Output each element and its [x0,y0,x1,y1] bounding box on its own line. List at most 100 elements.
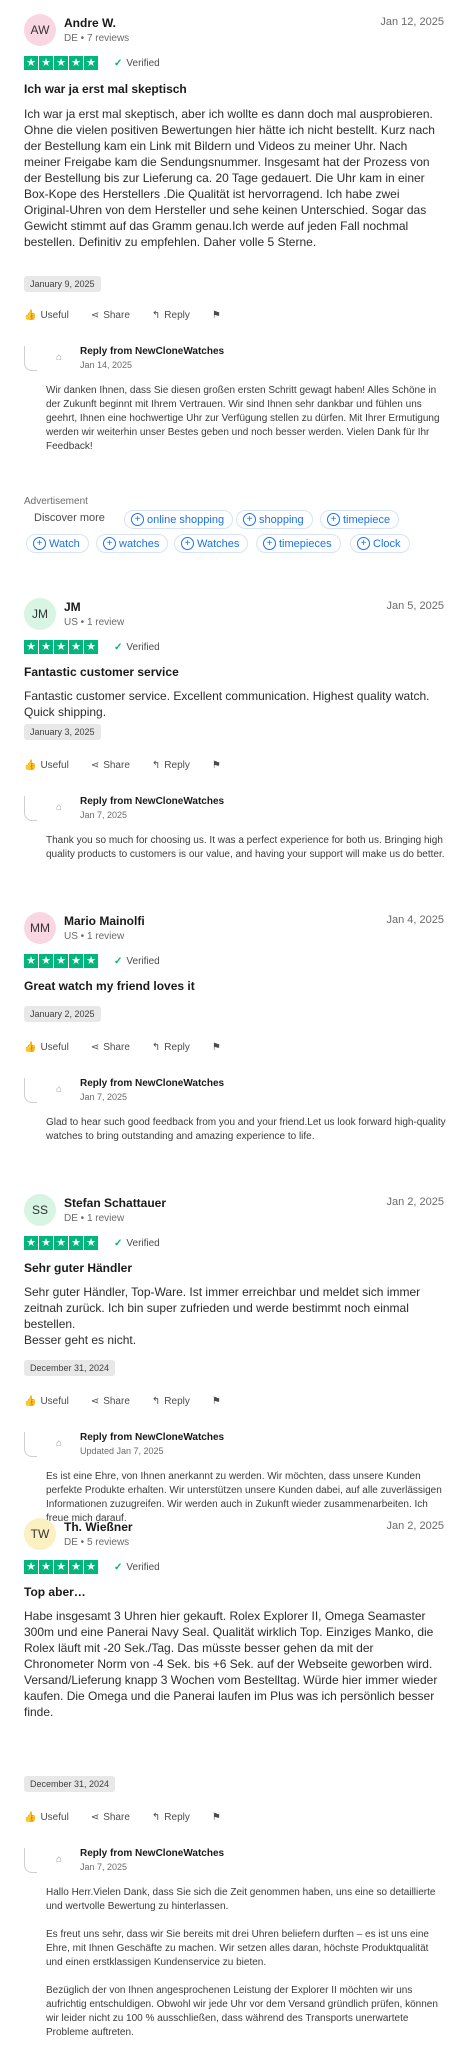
star-icon: ★ [39,954,53,968]
flag-button[interactable]: ⚑ [212,760,225,771]
useful-button[interactable]: 👍 Useful [24,760,69,771]
avatar[interactable]: JM [24,598,56,630]
star-icon: ★ [84,954,98,968]
verified-badge[interactable]: ✓ Verified [114,58,160,69]
reviewer-name[interactable]: Stefan Schattauer [64,1196,166,1210]
flag-button[interactable]: ⚑ [212,1396,225,1407]
review-title[interactable]: Fantastic customer service [24,665,179,679]
reply-button[interactable]: ↰ Reply [152,1042,190,1053]
thumbs-up-icon: 👍 [24,1042,37,1053]
ad-chip[interactable]: + timepiece [320,510,400,529]
useful-label: Useful [40,1396,69,1407]
share-button[interactable]: ⋖ Share [91,1812,130,1823]
reply-date: Jan 14, 2025 [80,360,133,370]
star-icon: ★ [54,1236,68,1250]
useful-label: Useful [40,760,69,771]
share-label: Share [103,1396,130,1407]
share-button[interactable]: ⋖ Share [91,760,130,771]
ad-chip[interactable]: + watches [96,534,169,553]
share-label: Share [103,1042,130,1053]
useful-button[interactable]: 👍 Useful [24,1396,69,1407]
star-icon: ★ [69,1560,83,1574]
review-body: Sehr guter Händler, Top-Ware. Ist immer … [24,1285,421,1347]
chip-label: Watches [197,537,240,550]
share-button[interactable]: ⋖ Share [91,310,130,321]
discover-more-label: Discover more [34,512,105,524]
reply-date: Jan 7, 2025 [80,810,128,820]
reply-icon: ↰ [151,760,161,771]
reply-connector [24,346,37,371]
reviewer-name[interactable]: JM [64,600,81,614]
reply-label: Reply [164,1812,190,1823]
reply-label: Reply [164,1396,190,1407]
chip-label: online shopping [147,513,225,526]
useful-button[interactable]: 👍 Useful [24,1042,69,1053]
verified-label: Verified [126,1238,160,1249]
reply-author: Reply from NewCloneWatches [80,796,225,807]
avatar[interactable]: MM [24,912,56,944]
review-actions: 👍 Useful ⋖ Share ↰ Reply ⚑ [24,310,225,321]
useful-button[interactable]: 👍 Useful [24,310,69,321]
thumbs-up-icon: 👍 [24,310,37,321]
share-button[interactable]: ⋖ Share [91,1042,130,1053]
reply-icon: ↰ [151,1042,161,1053]
reply-button[interactable]: ↰ Reply [152,310,190,321]
ad-chip[interactable]: + Clock [350,534,410,553]
star-rating: ★ ★ ★ ★ ★ [24,1236,98,1250]
chip-label: Clock [373,537,401,550]
ad-chip[interactable]: + timepieces [256,534,341,553]
share-label: Share [103,1812,130,1823]
chip-label: shopping [259,513,304,526]
review-date: Jan 5, 2025 [386,600,445,612]
reviewer-name[interactable]: Th. Wießner [64,1520,133,1534]
review-body: Fantastic customer service. Excellent co… [24,689,430,719]
review-title[interactable]: Ich war ja erst mal skeptisch [24,82,187,96]
star-icon: ★ [54,954,68,968]
star-icon: ★ [24,56,38,70]
reply-icon: ↰ [151,1812,161,1823]
review-title[interactable]: Top aber… [24,1585,86,1599]
reply-button[interactable]: ↰ Reply [152,1812,190,1823]
avatar[interactable]: SS [24,1194,56,1226]
plus-icon: + [33,537,46,550]
star-icon: ★ [54,640,68,654]
share-button[interactable]: ⋖ Share [91,1396,130,1407]
flag-button[interactable]: ⚑ [212,310,225,321]
reviewer-name[interactable]: Andre W. [64,16,116,30]
reply-text: Es ist eine Ehre, von Ihnen anerkannt zu… [46,1471,442,1524]
review-title[interactable]: Great watch my friend loves it [24,979,195,993]
flag-icon: ⚑ [211,1396,221,1407]
verified-badge[interactable]: ✓ Verified [114,1562,160,1573]
verified-label: Verified [126,956,160,967]
star-icon: ★ [24,1236,38,1250]
verified-badge[interactable]: ✓ Verified [114,956,160,967]
star-icon: ★ [69,56,83,70]
reply-button[interactable]: ↰ Reply [152,760,190,771]
reply-button[interactable]: ↰ Reply [152,1396,190,1407]
avatar[interactable]: AW [24,14,56,46]
flag-button[interactable]: ⚑ [212,1812,225,1823]
ad-chip[interactable]: + Watches [174,534,249,553]
verified-badge[interactable]: ✓ Verified [114,642,160,653]
verified-badge[interactable]: ✓ Verified [114,1238,160,1249]
reviewer-name[interactable]: Mario Mainolfi [64,914,145,928]
review-title[interactable]: Sehr guter Händler [24,1261,132,1275]
plus-icon: + [103,537,116,550]
flag-button[interactable]: ⚑ [212,1042,225,1053]
avatar[interactable]: TW [24,1518,56,1550]
reply-connector [24,796,37,821]
ad-label: Advertisement [24,496,88,507]
reviewer-meta: DE • 5 reviews [64,1537,130,1548]
plus-icon: + [357,537,370,550]
reply-text: Glad to hear such good feedback from you… [46,1117,446,1142]
star-rating: ★ ★ ★ ★ ★ [24,954,98,968]
review-date: Jan 4, 2025 [386,914,445,926]
star-icon: ★ [54,56,68,70]
useful-button[interactable]: 👍 Useful [24,1812,69,1823]
flag-icon: ⚑ [211,760,221,771]
share-icon: ⋖ [90,1812,100,1823]
reply-icon: ↰ [151,310,161,321]
ad-chip[interactable]: + shopping [236,510,313,529]
ad-chip[interactable]: + online shopping [124,510,234,529]
ad-chip[interactable]: + Watch [26,534,89,553]
